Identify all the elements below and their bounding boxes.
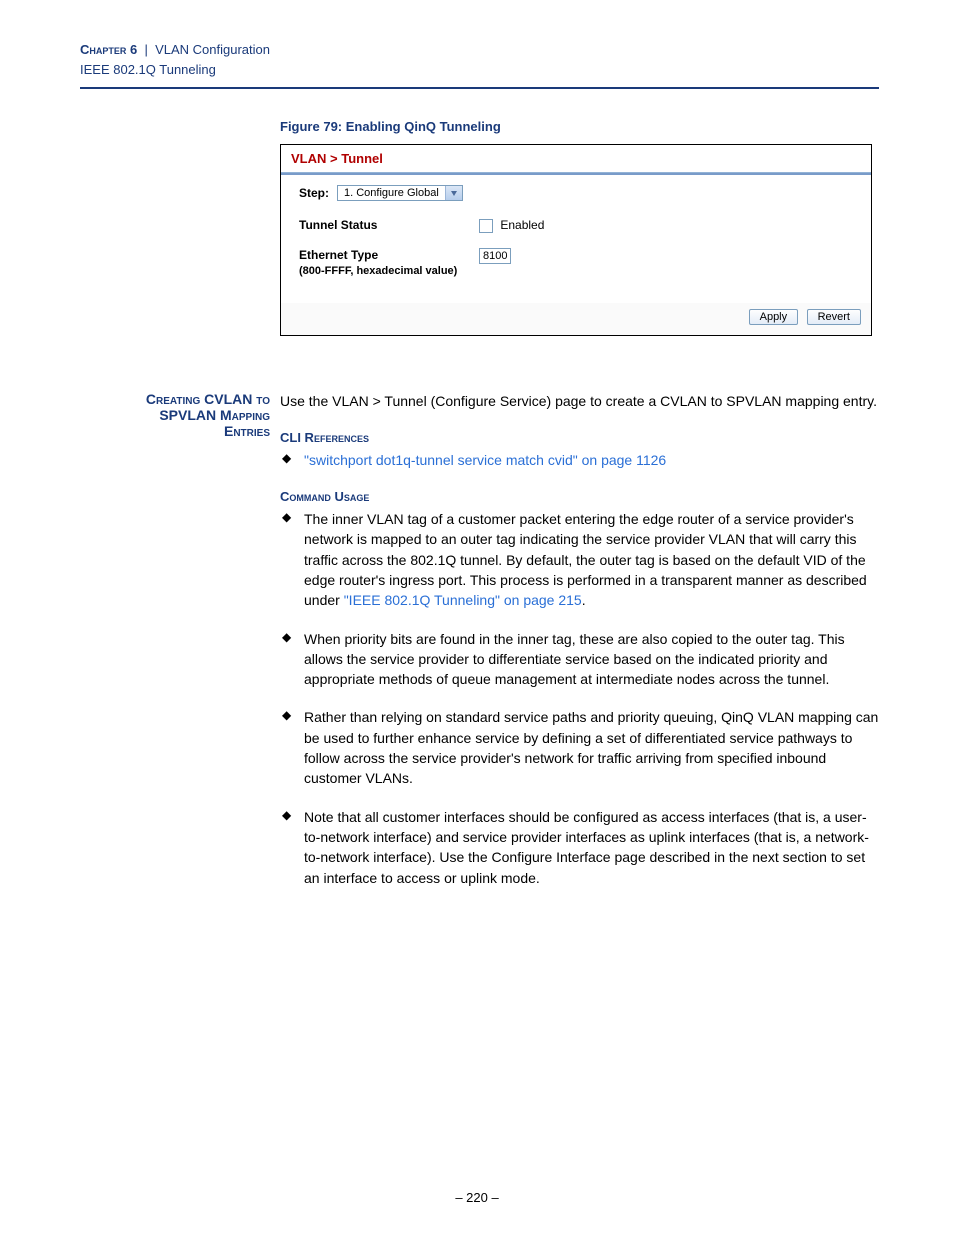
step-label: Step: bbox=[299, 186, 329, 200]
usage-item-1: The inner VLAN tag of a customer packet … bbox=[280, 509, 879, 610]
page-number: – 220 – bbox=[0, 1190, 954, 1205]
button-bar: Apply Revert bbox=[281, 303, 871, 335]
figure-caption: Figure 79: Enabling QinQ Tunneling bbox=[280, 119, 879, 134]
cli-references-list: "switchport dot1q-tunnel service match c… bbox=[280, 450, 879, 470]
margin-head-l3: Entries bbox=[224, 423, 270, 439]
separator: | bbox=[144, 42, 147, 57]
tunnel-status-label: Tunnel Status bbox=[299, 218, 479, 234]
ethertype-input[interactable]: 8100 bbox=[479, 248, 511, 264]
chevron-down-icon[interactable] bbox=[445, 186, 462, 200]
margin-head-l2: SPVLAN Mapping bbox=[159, 407, 270, 423]
usage-text-1b: . bbox=[582, 592, 586, 608]
ethertype-label: Ethernet Type bbox=[299, 248, 378, 262]
usage-link-1[interactable]: "IEEE 802.1Q Tunneling" on page 215 bbox=[344, 592, 582, 608]
breadcrumb: VLAN > Tunnel bbox=[281, 145, 871, 173]
chapter-title: VLAN Configuration bbox=[155, 42, 270, 57]
embedded-screenshot: VLAN > Tunnel Step: 1. Configure Global … bbox=[280, 144, 872, 336]
page-header: Chapter 6 | VLAN Configuration IEEE 802.… bbox=[80, 40, 879, 89]
ethertype-sublabel: (800-FFFF, hexadecimal value) bbox=[299, 265, 457, 277]
header-subhead: IEEE 802.1Q Tunneling bbox=[80, 60, 879, 80]
step-select-value: 1. Configure Global bbox=[338, 186, 445, 200]
usage-item-4: Note that all customer interfaces should… bbox=[280, 807, 879, 888]
cli-reference-item: "switchport dot1q-tunnel service match c… bbox=[280, 450, 879, 470]
cli-reference-link[interactable]: "switchport dot1q-tunnel service match c… bbox=[304, 452, 666, 468]
apply-button[interactable]: Apply bbox=[749, 309, 799, 325]
section-margin-heading: Creating CVLAN to SPVLAN Mapping Entries bbox=[80, 391, 280, 906]
usage-item-3: Rather than relying on standard service … bbox=[280, 707, 879, 788]
enabled-label: Enabled bbox=[500, 218, 544, 232]
margin-head-l1: Creating CVLAN to bbox=[146, 391, 270, 407]
breadcrumb-sep: > bbox=[330, 151, 341, 166]
chapter-label: Chapter 6 bbox=[80, 42, 137, 57]
cli-references-heading: CLI References bbox=[280, 429, 879, 448]
step-select[interactable]: 1. Configure Global bbox=[337, 185, 463, 201]
usage-item-2: When priority bits are found in the inne… bbox=[280, 629, 879, 690]
breadcrumb-parent: VLAN bbox=[291, 151, 326, 166]
breadcrumb-child: Tunnel bbox=[341, 151, 383, 166]
command-usage-heading: Command Usage bbox=[280, 488, 879, 507]
tunnel-status-checkbox[interactable] bbox=[479, 219, 493, 233]
chapter-line: Chapter 6 | VLAN Configuration bbox=[80, 40, 879, 60]
section-body: Use the VLAN > Tunnel (Configure Service… bbox=[280, 391, 879, 906]
section-intro: Use the VLAN > Tunnel (Configure Service… bbox=[280, 391, 879, 411]
revert-button[interactable]: Revert bbox=[807, 309, 861, 325]
command-usage-list: The inner VLAN tag of a customer packet … bbox=[280, 509, 879, 888]
